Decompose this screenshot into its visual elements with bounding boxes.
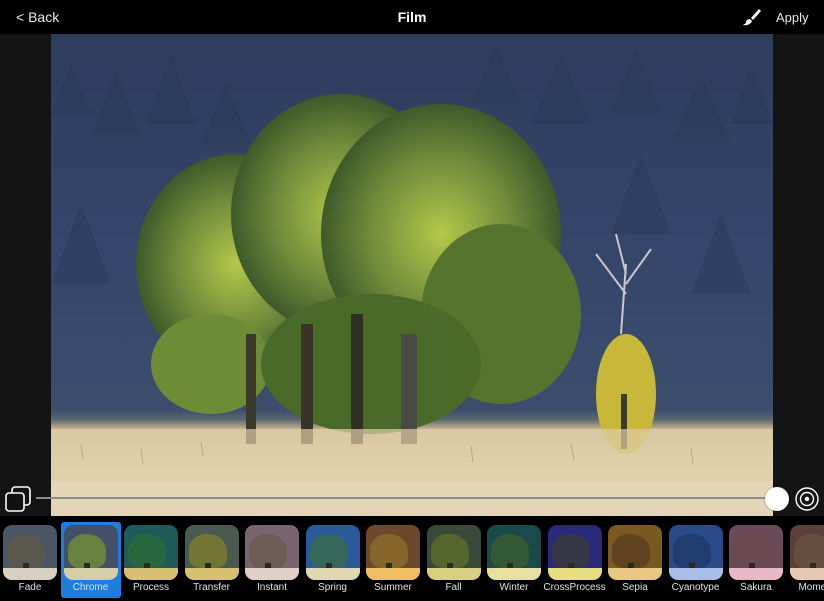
filter-label: Moment: [798, 582, 824, 593]
thumbnail-ground: [305, 568, 360, 580]
filter-thumbnail: [426, 525, 481, 580]
photo-preview: [51, 34, 773, 516]
filter-thumbnail: [184, 525, 239, 580]
filter-thumbnail: [124, 525, 178, 580]
intensity-slider-track[interactable]: [36, 497, 776, 499]
thumbnail-ground: [668, 568, 723, 580]
paintbrush-icon[interactable]: [742, 8, 762, 26]
main-tree: [136, 94, 581, 444]
thumbnail-ground: [124, 568, 178, 580]
thumbnail-ground: [63, 568, 118, 580]
thumbnail-ground: [608, 568, 662, 580]
filter-thumbnail: [789, 525, 824, 580]
thumbnail-ground: [426, 568, 481, 580]
filter-thumbnail: [729, 525, 783, 580]
top-bar: < Back Film Apply: [0, 0, 824, 34]
thumbnail-ground: [245, 568, 299, 580]
target-icon[interactable]: [794, 486, 820, 512]
filter-thumbnail: [305, 525, 360, 580]
apply-button[interactable]: Apply: [776, 10, 809, 25]
thumbnail-ground: [789, 568, 824, 580]
filter-thumbnail: [63, 525, 118, 580]
filter-thumbnail: [608, 525, 662, 580]
thumbnail-ground: [729, 568, 783, 580]
filter-thumbnail: [366, 525, 420, 580]
filter-thumbnail: [3, 525, 57, 580]
filter-thumbnail: [487, 525, 541, 580]
filter-thumbnail: [245, 525, 299, 580]
thumbnail-ground: [547, 568, 602, 580]
filter-moment[interactable]: Moment: [787, 522, 824, 598]
thumbnail-ground: [184, 568, 239, 580]
thumbnail-ground: [366, 568, 420, 580]
compare-layers-icon[interactable]: [4, 485, 34, 513]
intensity-slider-thumb[interactable]: [765, 487, 789, 511]
filter-thumbnail: [547, 525, 602, 580]
thumbnail-ground: [487, 568, 541, 580]
filter-strip: Fade Chrome Process Transfer Instant Spring Su…: [0, 516, 824, 601]
page-title: Film: [397, 9, 427, 25]
thumbnail-ground: [3, 568, 57, 580]
filter-thumbnail: [668, 525, 723, 580]
yellow-tree: [595, 233, 656, 454]
